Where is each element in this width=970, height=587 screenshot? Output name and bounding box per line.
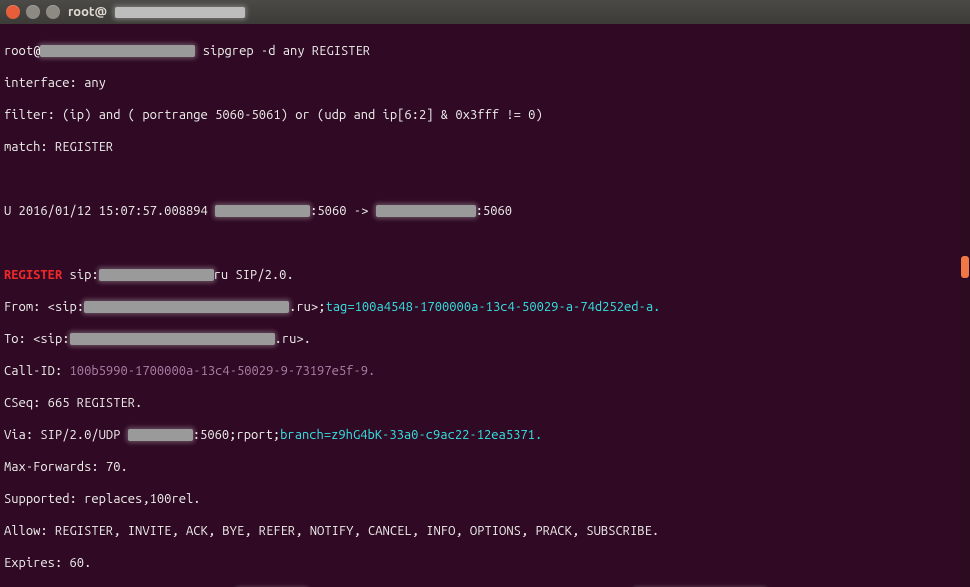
cmd-text: sipgrep -d any REGISTER (203, 44, 370, 58)
redacted-ip (128, 429, 193, 441)
terminal-content[interactable]: root@ sipgrep -d any REGISTER interface:… (0, 24, 970, 587)
pkt1-via: Via: SIP/2.0/UDP :5060;rport;branch=z9hG… (4, 427, 966, 443)
pkt1-register: REGISTER sip:ru SIP/2.0. (4, 267, 966, 283)
blank (4, 171, 966, 187)
pkt1-maxfwd: Max-Forwards: 70. (4, 459, 966, 475)
window-title: root@ (68, 5, 107, 19)
register-keyword: REGISTER (4, 268, 62, 282)
redacted-title-host (115, 7, 245, 18)
blank (4, 235, 966, 251)
call-id-value: 100b5990-1700000a-13c4-50029-9-73197e5f-… (70, 364, 376, 378)
branch-value: branch=z9hG4bK-33a0-c9ac22-12ea5371. (280, 428, 542, 442)
pkt1-u-line: U 2016/01/12 15:07:57.008894 :5060 -> :5… (4, 203, 966, 219)
redacted-uri (84, 301, 289, 313)
redacted-domain (99, 269, 214, 281)
scrollbar-track[interactable] (960, 24, 970, 587)
maximize-icon[interactable] (46, 5, 60, 19)
prompt-user: root@ (4, 44, 40, 58)
scrollbar-thumb[interactable] (961, 256, 969, 278)
pkt1-from: From: <sip:.ru>;tag=100a4548-1700000a-13… (4, 299, 966, 315)
out-filter: filter: (ip) and ( portrange 5060-5061) … (4, 107, 966, 123)
redacted-host (40, 45, 195, 57)
redacted-ip (215, 205, 310, 217)
minimize-icon[interactable] (26, 5, 40, 19)
redacted-ip (376, 205, 476, 217)
pkt1-supported: Supported: replaces,100rel. (4, 491, 966, 507)
window-titlebar: root@ (0, 0, 970, 24)
pkt1-expires: Expires: 60. (4, 555, 966, 571)
pkt1-cseq: CSeq: 665 REGISTER. (4, 395, 966, 411)
prompt-line: root@ sipgrep -d any REGISTER (4, 43, 966, 59)
out-match: match: REGISTER (4, 139, 966, 155)
pkt1-callid: Call-ID: 100b5990-1700000a-13c4-50029-9-… (4, 363, 966, 379)
from-tag: tag=100a4548-1700000a-13c4-50029-a-74d25… (326, 300, 661, 314)
pkt1-to: To: <sip:.ru>. (4, 331, 966, 347)
out-interface: interface: any (4, 75, 966, 91)
redacted-uri (70, 333, 275, 345)
window-controls (6, 5, 60, 19)
close-icon[interactable] (6, 5, 20, 19)
pkt1-allow: Allow: REGISTER, INVITE, ACK, BYE, REFER… (4, 523, 966, 539)
